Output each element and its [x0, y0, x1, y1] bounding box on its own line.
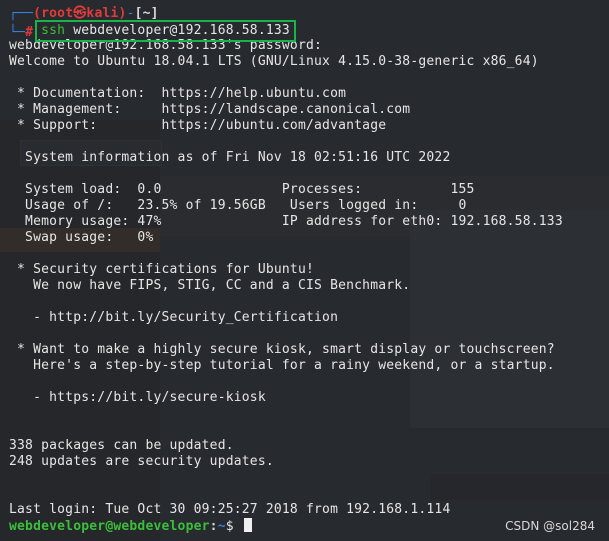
packages-line: 338 packages can be updated. [9, 438, 234, 453]
sysinfo-row: Memory usage: 47% IP address for eth0: 1… [9, 214, 563, 229]
prompt-user-host: (root㉿kali) [33, 6, 127, 21]
command-program: ssh [41, 23, 66, 38]
remote-prompt-symbol: $ [225, 519, 242, 534]
sysinfo-row: Swap usage: 0% [9, 230, 154, 245]
kiosk-line: * Want to make a highly secure kiosk, sm… [9, 342, 555, 357]
remote-path: ~ [217, 519, 226, 534]
security-line: * Security certifications for Ubuntu! [9, 262, 315, 277]
documentation-line: * Documentation: https://help.ubuntu.com [9, 86, 347, 101]
kiosk-line: Here's a step-by-step tutorial for a rai… [9, 358, 555, 373]
remote-separator: : [209, 519, 218, 534]
prompt-path: [~] [134, 6, 159, 21]
security-line: We now have FIPS, STIG, CC and a CIS Ben… [9, 278, 411, 293]
security-updates-line: 248 updates are security updates. [9, 454, 274, 469]
sysinfo-header: System information as of Fri Nov 18 02:5… [9, 150, 451, 165]
kali-prompt-command-line: └─# ssh webdeveloper@192.168.58.133 [9, 20, 609, 42]
kiosk-link: - https://bit.ly/secure-kiosk [9, 390, 266, 405]
sysinfo-row: Usage of /: 23.5% of 19.56GB Users logge… [9, 198, 467, 213]
welcome-line: Welcome to Ubuntu 18.04.1 LTS (GNU/Linux… [9, 54, 539, 69]
prompt-corner-top: ┌── [9, 6, 34, 21]
prompt-dash: - [126, 6, 135, 21]
support-line: * Support: https://ubuntu.com/advantage [9, 118, 387, 133]
terminal-window[interactable]: ┌──(root㉿kali)-[~] └─# ssh webdeveloper@1… [0, 0, 609, 541]
csdn-watermark: CSDN @sol284 [505, 519, 595, 533]
sysinfo-row: System load: 0.0 Processes: 155 [9, 182, 475, 197]
last-login-line: Last login: Tue Oct 30 09:25:27 2018 fro… [9, 502, 451, 517]
text-cursor [243, 518, 252, 532]
security-link: - http://bit.ly/Security_Certification [9, 310, 339, 325]
command-args: webdeveloper@192.168.58.133 [65, 23, 290, 38]
management-line: * Management: https://landscape.canonica… [9, 102, 411, 117]
remote-user-host: webdeveloper@webdeveloper [9, 519, 210, 534]
ssh-command-highlight: ssh webdeveloper@192.168.58.133 [35, 20, 296, 42]
